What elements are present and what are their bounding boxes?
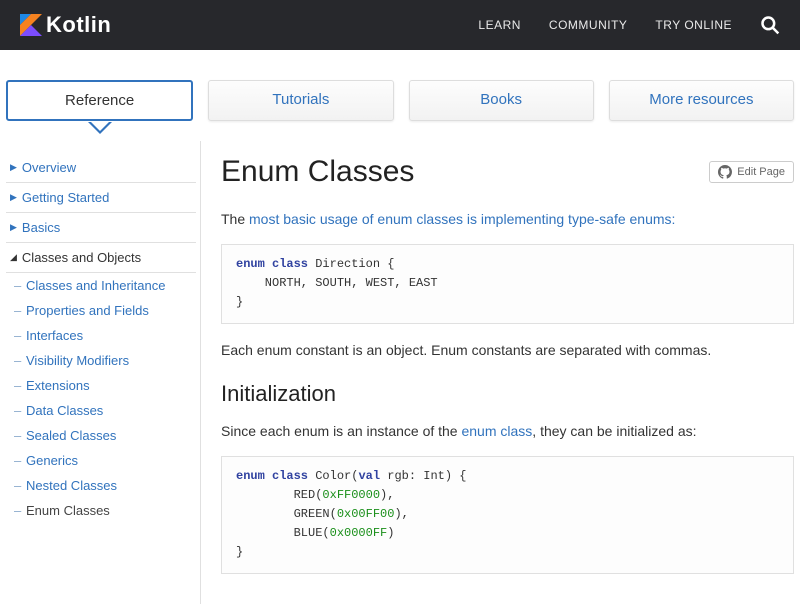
content-area: ▶Overview ▶Getting Started ▶Basics ◢Clas… <box>0 141 800 604</box>
caret-right-icon: ▶ <box>10 192 17 203</box>
sidebar-basics[interactable]: ▶Basics <box>6 213 196 243</box>
sidebar-item-classes-inheritance[interactable]: Classes and Inheritance <box>6 273 196 298</box>
search-icon[interactable] <box>760 15 780 35</box>
sidebar-item-properties-fields[interactable]: Properties and Fields <box>6 298 196 323</box>
paragraph-constants: Each enum constant is an object. Enum co… <box>221 340 794 361</box>
kotlin-logo[interactable]: Kotlin <box>20 12 111 38</box>
sidebar-item-interfaces[interactable]: Interfaces <box>6 323 196 348</box>
nav-learn[interactable]: LEARN <box>478 18 521 32</box>
tab-tutorials[interactable]: Tutorials <box>208 80 393 121</box>
sidebar-classes-objects[interactable]: ◢Classes and Objects <box>6 243 196 273</box>
page-title: Enum Classes <box>221 155 414 189</box>
tab-reference[interactable]: Reference <box>6 80 193 121</box>
link-basic-usage[interactable]: most basic usage of enum classes is impl… <box>249 211 675 227</box>
code-block-color: enum class Color(val rgb: Int) { RED(0xF… <box>221 456 794 574</box>
sidebar-item-extensions[interactable]: Extensions <box>6 373 196 398</box>
caret-right-icon: ▶ <box>10 162 17 173</box>
paragraph-init: Since each enum is an instance of the en… <box>221 421 794 442</box>
sidebar-overview[interactable]: ▶Overview <box>6 153 196 183</box>
tab-bar: Reference Tutorials Books More resources <box>0 50 800 141</box>
sidebar-item-generics[interactable]: Generics <box>6 448 196 473</box>
sidebar: ▶Overview ▶Getting Started ▶Basics ◢Clas… <box>6 141 201 604</box>
github-icon <box>718 165 732 179</box>
top-header: Kotlin LEARN COMMUNITY TRY ONLINE <box>0 0 800 50</box>
caret-right-icon: ▶ <box>10 222 17 233</box>
brand-text: Kotlin <box>46 12 111 38</box>
sidebar-getting-started[interactable]: ▶Getting Started <box>6 183 196 213</box>
tab-more-resources[interactable]: More resources <box>609 80 794 121</box>
heading-initialization: Initialization <box>221 381 794 407</box>
tab-books[interactable]: Books <box>409 80 594 121</box>
nav-try-online[interactable]: TRY ONLINE <box>655 18 732 32</box>
sidebar-item-data-classes[interactable]: Data Classes <box>6 398 196 423</box>
edit-page-button[interactable]: Edit Page <box>709 161 794 183</box>
intro-paragraph: The most basic usage of enum classes is … <box>221 209 794 230</box>
header-nav: LEARN COMMUNITY TRY ONLINE <box>478 15 780 35</box>
code-block-direction: enum class Direction { NORTH, SOUTH, WES… <box>221 244 794 324</box>
sidebar-item-sealed-classes[interactable]: Sealed Classes <box>6 423 196 448</box>
nav-community[interactable]: COMMUNITY <box>549 18 628 32</box>
link-enum-class[interactable]: enum class <box>461 423 532 439</box>
sidebar-item-enum-classes[interactable]: Enum Classes <box>6 498 196 523</box>
sidebar-item-nested-classes[interactable]: Nested Classes <box>6 473 196 498</box>
sidebar-item-visibility-modifiers[interactable]: Visibility Modifiers <box>6 348 196 373</box>
kotlin-logo-icon <box>20 14 42 36</box>
caret-down-icon: ◢ <box>10 252 17 263</box>
main-article: Enum Classes Edit Page The most basic us… <box>201 141 794 604</box>
